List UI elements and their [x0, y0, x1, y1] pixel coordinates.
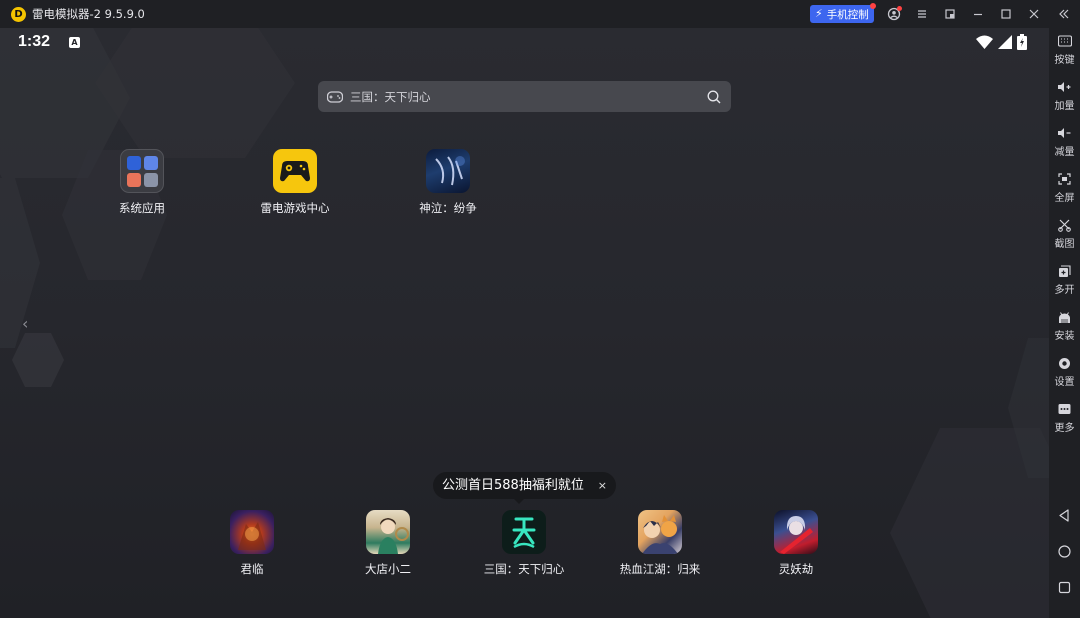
search-text: 三国：天下归心 [350, 90, 431, 104]
volume-up-icon [1049, 79, 1080, 95]
chevron-left-icon[interactable]: ‹ [22, 314, 28, 333]
toolbar-label: 安装 [1054, 331, 1075, 342]
recents-icon[interactable] [1057, 580, 1072, 595]
emulator-toolbar: 按键 加量 减量 全屏 截图 多开 安装 设置 更多 [1049, 28, 1080, 618]
notification-dot [870, 3, 876, 9]
window-title: 雷电模拟器-2 9.5.9.0 [32, 7, 145, 21]
app-label: 系统应用 [119, 201, 165, 215]
app-label: 神泣：纷争 [419, 201, 477, 215]
dock-app-lingyao[interactable]: 灵妖劫 [746, 510, 846, 577]
app-label: 热血江湖：归来 [619, 562, 701, 576]
toolbar-screenshot-button[interactable]: 截图 [1049, 217, 1080, 250]
close-icon[interactable] [1025, 5, 1043, 23]
toolbar-multi-instance-button[interactable]: 多开 [1049, 263, 1080, 296]
status-clock: 1:32 [18, 33, 51, 50]
toolbar-keymapping-button[interactable]: 按键 [1049, 33, 1080, 66]
app-label: 灵妖劫 [778, 562, 814, 576]
fullscreen-icon [1049, 171, 1080, 187]
wifi-icon [976, 35, 993, 49]
app-label: 大店小二 [365, 562, 411, 576]
menu-icon[interactable] [913, 5, 931, 23]
app-logo-icon: D [11, 7, 26, 22]
notification-a-icon: A [69, 37, 80, 48]
app-label: 君临 [240, 562, 264, 576]
cellular-signal-icon [998, 35, 1012, 49]
tooltip-pointer [513, 498, 525, 504]
scissors-icon [1049, 217, 1080, 233]
promo-tooltip: 公测首日588抽福利就位 × [433, 472, 616, 504]
system-apps-folder-icon [120, 149, 164, 193]
toolbar-label: 减量 [1054, 147, 1075, 158]
gear-icon [1049, 355, 1080, 371]
toolbar-label: 全屏 [1054, 193, 1075, 204]
sanguo-game-icon [502, 510, 546, 554]
toolbar-label: 多开 [1054, 285, 1075, 296]
toolbar-settings-button[interactable]: 设置 [1049, 355, 1080, 388]
gamepad-icon [326, 89, 344, 108]
toolbar-label: 更多 [1054, 423, 1075, 434]
app-label: 三国：天下归心 [483, 562, 565, 576]
shenqi-game-icon [426, 149, 470, 193]
toolbar-volume-up-button[interactable]: 加量 [1049, 79, 1080, 112]
toolbar-label: 设置 [1054, 377, 1075, 388]
volume-down-icon [1049, 125, 1080, 141]
minimize-icon[interactable] [969, 5, 987, 23]
game-center-icon [273, 149, 317, 193]
collapse-sidebar-icon[interactable] [1055, 5, 1073, 23]
rexue-game-icon [638, 510, 682, 554]
toolbar-label: 按键 [1054, 55, 1075, 66]
junlin-game-icon [230, 510, 274, 554]
close-icon[interactable]: × [598, 472, 607, 499]
keyboard-icon [1049, 33, 1080, 49]
promo-text: 公测首日588抽福利就位 [442, 478, 584, 493]
maximize-icon[interactable] [997, 5, 1015, 23]
lightning-icon: ⚡ [815, 7, 823, 20]
app-leidian-game-center[interactable]: 雷电游戏中心 [245, 149, 345, 216]
install-icon [1049, 309, 1080, 325]
battery-charging-icon [1017, 34, 1027, 50]
app-shenqi[interactable]: 神泣：纷争 [398, 149, 498, 216]
title-bar: D 雷电模拟器-2 9.5.9.0 ⚡ 手机控制 [0, 0, 1080, 28]
toolbar-volume-down-button[interactable]: 减量 [1049, 125, 1080, 158]
search-icon[interactable] [707, 89, 721, 108]
toolbar-fullscreen-button[interactable]: 全屏 [1049, 171, 1080, 204]
dadian-game-icon [366, 510, 410, 554]
back-icon[interactable] [1057, 508, 1072, 523]
home-icon[interactable] [1057, 544, 1072, 559]
phone-control-button[interactable]: ⚡ 手机控制 [810, 3, 876, 23]
phone-control-label: 手机控制 [826, 8, 869, 21]
more-icon [1049, 401, 1080, 417]
multi-instance-icon [1049, 263, 1080, 279]
wallpaper-hexagon [0, 178, 40, 348]
dock-app-sanguo[interactable]: 三国：天下归心 [474, 510, 574, 577]
app-system-apps[interactable]: 系统应用 [92, 149, 192, 216]
toolbar-label: 截图 [1054, 239, 1075, 250]
dock-app-dadian[interactable]: 大店小二 [338, 510, 438, 577]
wallpaper-hexagon [1008, 338, 1049, 478]
toolbar-install-button[interactable]: 安装 [1049, 309, 1080, 342]
app-label: 雷电游戏中心 [260, 201, 330, 215]
emulator-screen[interactable]: 1:32 A 三国：天下归心 系统应用 雷电游戏中心 神泣：纷争 ‹ 公测首日5… [0, 28, 1049, 618]
lingyao-game-icon [774, 510, 818, 554]
dock-app-junlin[interactable]: 君临 [202, 510, 302, 577]
android-status-bar: 1:32 A [0, 28, 1049, 58]
toolbar-label: 加量 [1054, 101, 1075, 112]
wallpaper-hexagon [12, 333, 64, 387]
search-bar[interactable]: 三国：天下归心 [318, 81, 731, 112]
user-icon[interactable] [885, 5, 903, 23]
dock-app-rexue[interactable]: 热血江湖：归来 [610, 510, 710, 577]
restore-window-icon[interactable] [941, 5, 959, 23]
toolbar-more-button[interactable]: 更多 [1049, 401, 1080, 434]
notification-dot [897, 6, 902, 11]
